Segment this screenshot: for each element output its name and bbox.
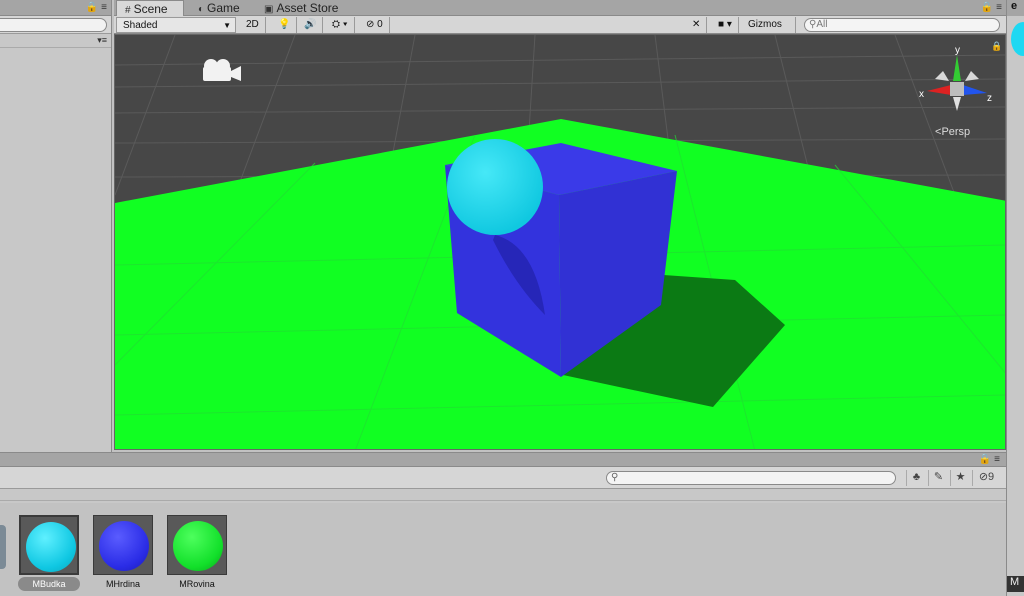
- 2d-toggle-label: 2D: [246, 19, 259, 30]
- projection-label[interactable]: <Persp: [935, 126, 970, 138]
- panel-lock-menu-icon[interactable]: 🔒 ≡: [86, 2, 107, 13]
- folder-icon-partial[interactable]: [0, 525, 6, 569]
- asset-label[interactable]: MRovina: [166, 577, 228, 591]
- tab-asset-store[interactable]: ▣ Asset Store: [256, 0, 356, 16]
- asset-thumbnail[interactable]: [93, 515, 153, 575]
- inspector-tab-label: e: [1011, 0, 1018, 12]
- inspector-bottom-text: M: [1010, 576, 1020, 588]
- hidden-packages-count: 9: [988, 471, 995, 483]
- inspector-bottom-label: M: [1007, 576, 1024, 592]
- unity-editor-window: 🔒 ≡ ▾≡ # Scene ◐ Game ▣ Asset Store 🔒 ≡ Sha…: [0, 0, 1024, 596]
- gizmos-dropdown[interactable]: Gizmos ▾: [742, 17, 796, 45]
- hidden-objects-count: 0: [377, 19, 383, 30]
- project-tabbar: 🔒 ≡: [0, 453, 1006, 467]
- scene-search-input[interactable]: ⚲All: [804, 18, 1000, 32]
- search-icon: ⚲: [611, 472, 619, 483]
- asset-label[interactable]: MHrdina: [92, 577, 154, 591]
- asset-thumbnail[interactable]: [167, 515, 227, 575]
- scene-tabbar: # Scene ◐ Game ▣ Asset Store 🔒 ≡: [114, 0, 1006, 17]
- hierarchy-search-input[interactable]: [0, 18, 107, 32]
- projection-label-text: Persp: [941, 126, 970, 138]
- scene-toolbar: Shaded ▼ 2D 💡 🔊 ⛭ ▾ ⊘ 0 ✕ ■ ▾ Gizmos ▾ ⚲…: [114, 16, 1006, 45]
- material-preview-sphere: [1011, 22, 1024, 56]
- asset-item-mbudka[interactable]: MBudka: [18, 515, 80, 593]
- scene-panel: # Scene ◐ Game ▣ Asset Store 🔒 ≡ Shaded ▼ 2…: [114, 0, 1006, 452]
- project-lock-menu-icon[interactable]: 🔒 ≡: [979, 454, 1000, 465]
- asset-item-mhrdina[interactable]: MHrdina: [92, 515, 154, 593]
- tab-scene-label: Scene: [133, 2, 168, 16]
- project-toolbar: ⚲ ♣ ✎ ★ ⊘9: [0, 467, 1006, 489]
- project-panel: 🔒 ≡ ⚲ ♣ ✎ ★ ⊘9 MBudka MHrdina MRovina: [0, 452, 1006, 596]
- chevron-down-icon: ▼: [223, 21, 231, 30]
- project-breadcrumb-bar: [0, 489, 1006, 501]
- asset-thumbnail[interactable]: [19, 515, 79, 575]
- scene-search-placeholder: All: [816, 19, 828, 30]
- inspector-tab[interactable]: e: [1007, 0, 1024, 16]
- gizmo-lock-icon[interactable]: 🔒: [991, 41, 1002, 51]
- sphere-object: [447, 139, 543, 235]
- scene-viewport[interactable]: y x z 🔒 <Persp: [114, 34, 1006, 450]
- asset-grid: MBudka MHrdina MRovina: [0, 503, 1006, 596]
- scene-tab-icon: #: [125, 5, 131, 16]
- gizmo-y-label: y: [955, 45, 960, 56]
- hierarchy-subheader: ▾≡: [0, 34, 111, 48]
- lighting-toggle-icon[interactable]: 💡: [272, 17, 298, 33]
- project-search-input[interactable]: ⚲: [606, 471, 896, 485]
- hierarchy-panel: 🔒 ≡ ▾≡: [0, 0, 112, 452]
- tab-asset-store-label: Asset Store: [276, 1, 339, 15]
- gizmo-z-label: z: [987, 93, 992, 104]
- scene-panel-lock-menu-icon[interactable]: 🔒 ≡: [981, 2, 1002, 13]
- scene-render[interactable]: y x z 🔒 <Persp: [115, 35, 1006, 450]
- hierarchy-search-bar: [0, 16, 111, 34]
- camera-dropdown-icon[interactable]: ■ ▾: [712, 17, 739, 33]
- shading-mode-dropdown[interactable]: Shaded ▼: [116, 17, 236, 33]
- tab-scene[interactable]: # Scene: [116, 0, 184, 17]
- effects-dropdown-icon[interactable]: ⛭ ▾: [326, 17, 355, 33]
- tab-game-label: Game: [207, 1, 240, 15]
- hierarchy-options-icon[interactable]: ▾≡: [97, 35, 107, 46]
- asset-label[interactable]: MBudka: [18, 577, 80, 591]
- filter-by-label-icon[interactable]: ✎: [928, 470, 948, 486]
- gizmo-center-cube[interactable]: [950, 82, 964, 96]
- material-sphere-icon: [99, 521, 149, 571]
- audio-toggle-icon[interactable]: 🔊: [298, 17, 324, 33]
- tools-settings-icon[interactable]: ✕: [686, 17, 708, 33]
- game-tab-icon: ◐: [198, 4, 205, 15]
- 2d-toggle-button[interactable]: 2D: [240, 17, 266, 33]
- material-sphere-icon: [173, 521, 223, 571]
- shading-mode-label: Shaded: [123, 20, 158, 31]
- asset-store-tab-icon: ▣: [264, 4, 274, 15]
- material-sphere-icon: [26, 522, 76, 572]
- tab-game[interactable]: ◐ Game: [190, 0, 254, 16]
- filter-by-type-icon[interactable]: ♣: [906, 470, 926, 486]
- hidden-objects-toggle[interactable]: ⊘ 0: [360, 17, 390, 33]
- gizmos-label: Gizmos: [748, 19, 782, 30]
- hidden-packages-toggle[interactable]: ⊘9: [972, 470, 1000, 486]
- inspector-panel: e M: [1006, 0, 1024, 596]
- eye-slash-icon: ⊘: [366, 19, 378, 30]
- hierarchy-tabbar: 🔒 ≡: [0, 0, 111, 16]
- gizmo-x-label: x: [919, 89, 924, 100]
- favorites-star-icon[interactable]: ★: [950, 470, 970, 486]
- eye-slash-icon: ⊘: [978, 471, 989, 483]
- asset-item-mrovina[interactable]: MRovina: [166, 515, 228, 593]
